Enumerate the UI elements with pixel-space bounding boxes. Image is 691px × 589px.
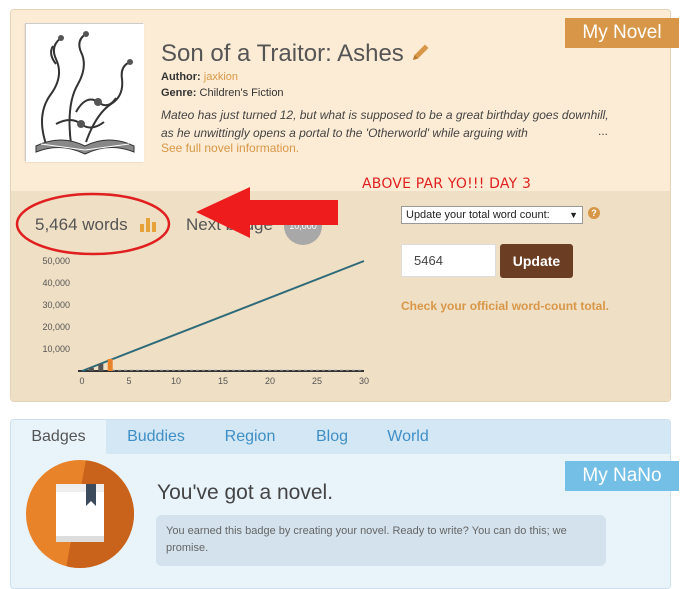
tab-buddies[interactable]: Buddies [111, 420, 201, 454]
tab-world[interactable]: World [373, 420, 443, 454]
ribbon-novel-label: Novel [613, 22, 662, 43]
book-icon [56, 460, 134, 568]
update-word-count-select[interactable]: Update your total word count: ▼ [401, 206, 583, 224]
daily-word-count-bar [98, 363, 104, 371]
novel-title: Son of a Traitor: Ashes [161, 40, 404, 67]
x-tick-label: 5 [126, 376, 131, 386]
badge-heading: You've got a novel. [157, 481, 334, 504]
tab-badges[interactable]: Badges [11, 420, 106, 454]
word-count: 5,464 words [35, 215, 128, 234]
octopus-book-cover-illustration [26, 24, 144, 162]
genre-label: Genre: [161, 87, 197, 99]
tab-region[interactable]: Region [206, 420, 294, 454]
novel-cover-image[interactable] [25, 23, 144, 162]
help-icon[interactable]: ? [588, 207, 600, 219]
word-count-input[interactable]: 5464 [401, 244, 496, 277]
x-tick-label: 0 [79, 376, 84, 386]
tab-blog[interactable]: Blog [301, 420, 363, 454]
ribbon-my-label: My [582, 465, 608, 486]
update-button[interactable]: Update [500, 244, 573, 278]
novel-synopsis: Mateo has just turned 12, but what is su… [161, 108, 609, 140]
word-count-chart: 10,000 20,000 30,000 40,000 50,000 0 5 10 15 20 25… [42, 256, 369, 386]
see-full-novel-info-link[interactable]: See full novel information. [161, 141, 299, 155]
chevron-down-icon: ▼ [569, 210, 578, 220]
next-badge-icon: 10,000 [284, 207, 322, 245]
select-value: Update your total word count: [406, 209, 550, 221]
check-official-word-count-link[interactable]: Check your official word-count total. [401, 299, 609, 313]
tabs-bar: Badges Buddies Region Blog World [11, 420, 670, 454]
genre-value: Children's Fiction [199, 87, 284, 99]
y-tick-label: 30,000 [42, 300, 70, 310]
my-nano-ribbon[interactable]: My NaNo [565, 461, 679, 491]
genre-line: Genre: Children's Fiction [161, 87, 284, 99]
y-tick-label: 40,000 [42, 278, 70, 288]
badge-description: You earned this badge by creating your n… [156, 515, 606, 566]
my-novel-ribbon[interactable]: My Novel [565, 18, 679, 48]
stats-bar-chart-icon[interactable] [139, 216, 157, 232]
author-link[interactable]: jaxkion [204, 71, 238, 83]
x-tick-label: 10 [171, 376, 181, 386]
daily-word-count-bar [107, 358, 113, 371]
x-tick-label: 30 [359, 376, 369, 386]
x-tick-label: 25 [312, 376, 322, 386]
y-tick-label: 50,000 [42, 256, 70, 266]
par-line [81, 260, 365, 372]
edit-pencil-icon[interactable] [410, 41, 432, 63]
x-tick-label: 15 [218, 376, 228, 386]
ribbon-my-label: My [582, 22, 608, 43]
y-tick-label: 10,000 [42, 344, 70, 354]
author-line: Author: jaxkion [161, 71, 238, 83]
annotation-text: ABOVE PAR YO!!! DAY 3 [362, 176, 532, 192]
y-tick-label: 20,000 [42, 322, 70, 332]
ribbon-nano-label: NaNo [613, 465, 662, 486]
synopsis-ellipsis: ... [598, 124, 609, 138]
novel-badge-icon[interactable] [26, 460, 134, 568]
x-tick-label: 20 [265, 376, 275, 386]
author-label: Author: [161, 71, 201, 83]
daily-word-count-bar [88, 367, 94, 371]
next-badge-label: Next badge [186, 215, 273, 234]
